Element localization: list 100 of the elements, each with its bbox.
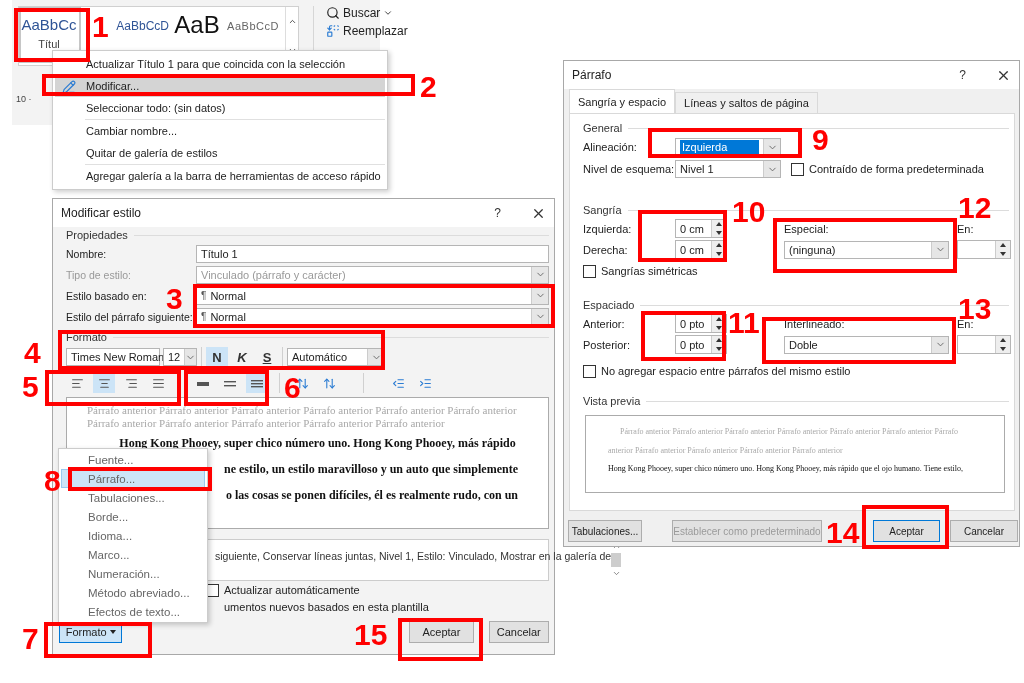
menu-item[interactable]: Seleccionar todo: (sin datos)	[55, 97, 385, 119]
spin-up-button[interactable]	[996, 241, 1010, 250]
dialog-button[interactable]: Aceptar	[873, 520, 940, 542]
by-spinner[interactable]	[957, 240, 1011, 259]
checkbox-label: Sangrías simétricas	[601, 265, 698, 277]
menu-item[interactable]: Agregar galería a la barra de herramientas de acceso rápido	[55, 165, 385, 187]
pilcrow-symbol: ¶	[201, 311, 207, 322]
dialog-button[interactable]: Cancelar	[950, 520, 1018, 542]
align-button[interactable]	[93, 373, 115, 393]
help-button[interactable]: ?	[494, 206, 501, 220]
preview-text: anterior Párrafo anterior Párrafo anterior Párrafo anterior Párrafo anterior	[608, 445, 844, 457]
field-label: Especial:	[784, 222, 830, 235]
preview-text: Párrafo anterior Párrafo anterior Párrafo anterior Párrafo anterior Párrafo anterior	[87, 417, 446, 430]
menu-item[interactable]: Fuente...	[61, 450, 205, 469]
field-label: Alineación:	[583, 141, 638, 153]
spin-down-button[interactable]	[996, 249, 1010, 258]
format-toggle[interactable]: N	[206, 347, 228, 367]
tab[interactable]: Líneas y saltos de página	[675, 92, 818, 113]
search-icon	[326, 6, 340, 20]
menu-item[interactable]: Marco...	[61, 545, 205, 564]
field-label: Nombre:	[66, 247, 107, 260]
menu-item[interactable]: Método abreviado...	[61, 583, 205, 602]
replace-icon	[326, 24, 340, 38]
triangle-down-icon	[716, 325, 722, 330]
preview-text: Párrafo anterior Párrafo anterior Párrafo anterior Párrafo anterior Párrafo anterior Párrafo anterior Párrafo	[619, 426, 960, 438]
menu-item[interactable]: Efectos de texto...	[61, 602, 205, 621]
up-down-arrow-icon	[322, 376, 336, 390]
menu-item[interactable]: Quitar de galería de estilos	[55, 142, 385, 164]
field-label: Interlineado:	[784, 317, 846, 330]
checkbox[interactable]	[583, 264, 596, 278]
spin-down-button[interactable]	[712, 249, 726, 258]
special-dropdown[interactable]: (ninguna)	[784, 240, 949, 259]
step-number: 15	[354, 620, 388, 650]
section-heading: Vista previa	[583, 395, 641, 407]
name-input[interactable]: Título 1	[196, 244, 549, 263]
menu-item[interactable]: Cambiar nombre...	[55, 120, 385, 142]
triangle-up-icon	[716, 243, 722, 248]
outline-dropdown[interactable]: Nivel 1	[675, 160, 781, 178]
field-label: En:	[957, 222, 975, 235]
triangle-down-icon	[716, 251, 722, 256]
spin-up-button[interactable]	[712, 241, 726, 250]
text-align-icon	[151, 376, 165, 390]
option-label: umentos nuevos basados en esta plantilla	[224, 601, 429, 613]
scroll-down-icon[interactable]	[611, 569, 621, 578]
triangle-down-icon	[716, 346, 722, 351]
dialog-title: Modificar estilo	[61, 206, 143, 220]
text-align-icon	[70, 376, 84, 390]
caret-icon	[383, 8, 394, 18]
spin-down-button[interactable]	[712, 228, 726, 237]
step-number: 12	[958, 193, 992, 223]
step-number: 5	[22, 372, 39, 402]
spin-up-button[interactable]	[996, 336, 1010, 345]
menu-item[interactable]: Tabulaciones...	[61, 488, 205, 507]
search-button[interactable]: Buscar	[326, 6, 408, 20]
line-spacing-dropdown[interactable]: Doble	[784, 335, 949, 354]
step-number: 4	[24, 338, 41, 368]
decrease-indent-icon	[391, 376, 405, 390]
line-spacing-icon	[250, 377, 264, 389]
step-number: 10	[732, 197, 766, 227]
triangle-up-icon	[1000, 338, 1006, 343]
triangle-down-icon	[716, 230, 722, 235]
spin-up-button[interactable]	[712, 220, 726, 229]
format-toggle[interactable]: K	[231, 347, 253, 367]
step-number: 8	[44, 466, 61, 496]
style-description: siguiente, Conservar líneas juntas, Nivel 1, Estilo: Vinculado, Mostrar en la galería de	[215, 550, 612, 564]
field-label: Posterior:	[583, 338, 632, 351]
caret-icon	[109, 630, 116, 634]
spin-down-button[interactable]	[996, 344, 1010, 353]
checkbox-label: No agregar espacio entre párrafos del mismo estilo	[601, 365, 851, 377]
section-heading: Sangría	[583, 204, 622, 216]
text-align-icon	[97, 376, 111, 390]
pencil-icon	[62, 80, 76, 94]
scroll-up-icon[interactable]	[287, 17, 297, 26]
triangle-down-icon	[1000, 251, 1006, 256]
step-number: 2	[420, 72, 437, 102]
tab[interactable]: Sangría y espacio	[569, 89, 676, 113]
checkbox-label: Actualizar automáticamente	[224, 584, 360, 596]
preview-text: Hong Kong Phooey, super chico número uno. Hong Kong Phooey, más rápido que el ojo humano. Tiene estilo,	[608, 463, 964, 475]
help-button[interactable]: ?	[959, 68, 966, 82]
step-number: 14	[826, 518, 860, 548]
triangle-up-icon	[1000, 243, 1006, 248]
dialog-button[interactable]: Aceptar	[409, 621, 474, 643]
checkbox[interactable]	[583, 364, 596, 378]
after-spinner[interactable]: 0 pto	[675, 335, 727, 354]
at-spinner[interactable]	[957, 335, 1011, 354]
style-dropdown[interactable]: ¶ Normal	[196, 307, 549, 326]
dialog-button[interactable]: Tabulaciones...	[568, 520, 642, 542]
menu-item[interactable]: Borde...	[61, 507, 205, 526]
size-dropdown[interactable]: 12	[163, 348, 197, 366]
replace-button[interactable]: Reemplazar	[326, 24, 408, 38]
section-heading: Espaciado	[583, 299, 635, 311]
menu-item[interactable]: Idioma...	[61, 526, 205, 545]
pilcrow-symbol: ¶	[201, 290, 207, 301]
triangle-down-icon	[1000, 346, 1006, 351]
format-toggle[interactable]: S	[256, 347, 278, 367]
menu-item[interactable]: Numeración...	[61, 564, 205, 583]
step-number: 9	[812, 125, 829, 155]
dialog-button[interactable]: Cancelar	[488, 621, 549, 643]
checkbox[interactable]	[791, 162, 804, 176]
preview-text: o las cosas se ponen difíciles, él es realmente rudo, con un	[225, 487, 518, 504]
